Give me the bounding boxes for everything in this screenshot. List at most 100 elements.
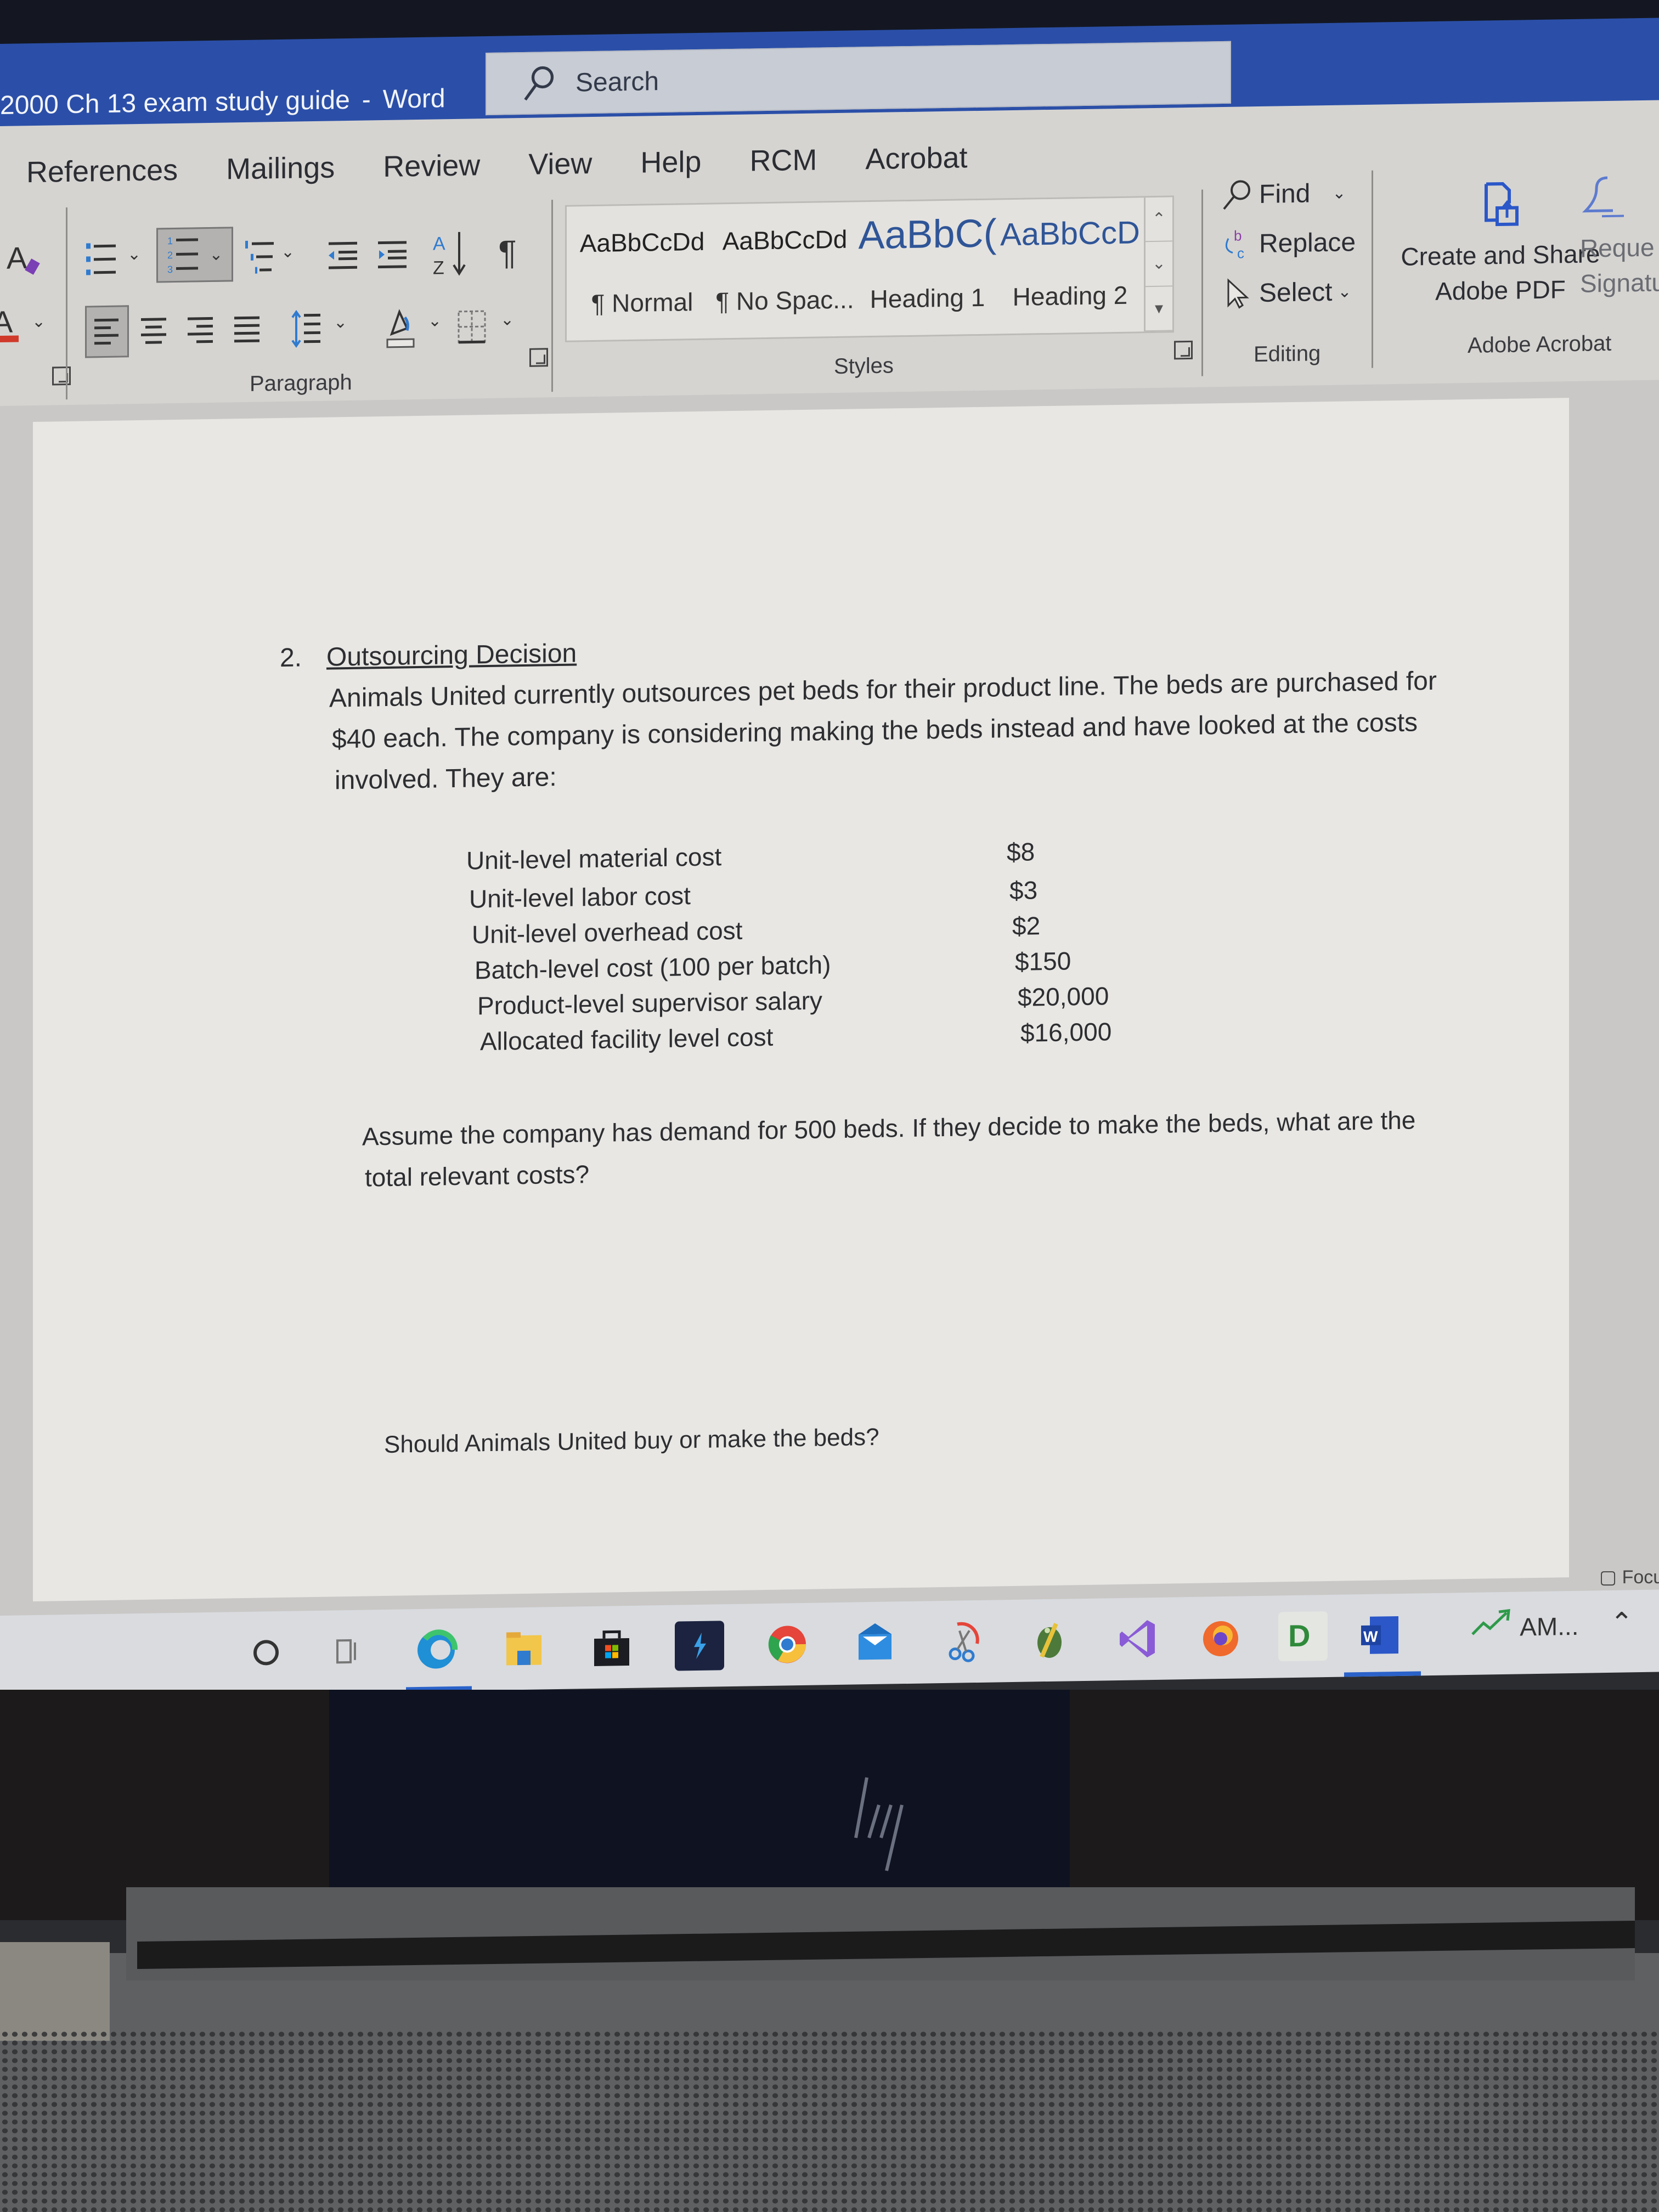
tab-view[interactable]: View: [528, 146, 592, 182]
taskbar-visual-studio[interactable]: [1114, 1614, 1163, 1664]
svg-text:A: A: [0, 304, 13, 340]
numbering-button[interactable]: 1 2 3 ⌄: [156, 227, 233, 283]
align-left-icon: [94, 318, 119, 345]
style-no-spacing[interactable]: AaBbCcDd ¶ No Spac...: [715, 213, 855, 331]
font-color-button[interactable]: A: [0, 301, 27, 346]
styles-scroll-down-icon[interactable]: ⌄: [1146, 241, 1172, 287]
increase-indent-icon: [378, 241, 407, 269]
create-share-adobe-pdf-button[interactable]: Create and Share Adobe PDF: [1391, 178, 1610, 309]
show-hidden-icons-button[interactable]: ⌃: [1610, 1606, 1633, 1639]
styles-gallery: AaBbCcDd ¶ Normal AaBbCcDd ¶ No Spac... …: [565, 195, 1174, 342]
replace-label: Replace: [1259, 227, 1356, 258]
search-icon: [524, 66, 554, 101]
styles-dialog-launcher-icon[interactable]: [1174, 340, 1193, 360]
taskbar-file-explorer[interactable]: [499, 1623, 549, 1673]
style-heading-2[interactable]: AaBbCcD Heading 2: [1000, 208, 1140, 326]
tab-rcm[interactable]: RCM: [749, 143, 817, 178]
taskbar-firefox[interactable]: [1196, 1612, 1245, 1662]
line-spacing-dropdown-icon[interactable]: ⌄: [334, 313, 347, 332]
numbering-dropdown-icon: ⌄: [209, 245, 223, 264]
borders-dropdown-icon[interactable]: ⌄: [500, 310, 514, 329]
paragraph-dialog-launcher-icon[interactable]: [529, 348, 548, 367]
taskbar-microsoft-store[interactable]: [587, 1622, 636, 1672]
tab-review[interactable]: Review: [383, 148, 480, 184]
taskbar-cortana[interactable]: [241, 1628, 291, 1678]
sort-button[interactable]: A Z: [428, 228, 472, 279]
line-spacing-icon: [291, 309, 320, 348]
font-color-dropdown-icon[interactable]: ⌄: [32, 312, 46, 331]
show-hide-button[interactable]: ¶: [491, 228, 524, 278]
shading-icon: [386, 309, 415, 348]
question-1-line-2: total relevant costs?: [365, 1160, 590, 1192]
tab-mailings[interactable]: Mailings: [226, 150, 335, 186]
bezel-reflection-left: [0, 1690, 329, 1920]
taskbar-mail[interactable]: [850, 1618, 900, 1668]
intro-line-1: Animals United currently outsources pet …: [329, 666, 1437, 713]
find-button[interactable]: Find ⌄: [1221, 176, 1346, 211]
search-box[interactable]: [486, 41, 1231, 116]
tab-help[interactable]: Help: [640, 145, 701, 180]
multilevel-dropdown-icon[interactable]: ⌄: [281, 242, 295, 262]
list-number: 2.: [280, 643, 302, 673]
taskbar-frog-app[interactable]: [1026, 1615, 1075, 1665]
taskbar-task-view[interactable]: [324, 1626, 373, 1676]
search-input[interactable]: [574, 59, 1070, 99]
text-highlight-button[interactable]: A: [5, 235, 44, 280]
decrease-indent-button[interactable]: [324, 233, 362, 278]
tab-references[interactable]: References: [26, 153, 178, 189]
select-button[interactable]: Select ⌄: [1221, 275, 1352, 310]
cost-row: Unit-level material cost $8: [466, 834, 1180, 881]
bullets-button[interactable]: [82, 237, 121, 281]
window-title: 2000 Ch 13 exam study guide - Word: [0, 83, 445, 121]
tab-acrobat[interactable]: Acrobat: [865, 140, 967, 176]
focus-mode-button[interactable]: ▢ Focu: [1599, 1566, 1659, 1588]
ribbon: References Mailings Review View Help RCM…: [0, 100, 1659, 422]
justify-button[interactable]: [228, 306, 266, 353]
taskbar-snipping-tool[interactable]: [938, 1617, 988, 1667]
styles-group-label: Styles: [834, 353, 894, 379]
style-sample: AaBbCcD: [1000, 215, 1140, 253]
task-view-icon: [336, 1639, 356, 1664]
multilevel-list-button[interactable]: [241, 234, 280, 279]
group-divider: [551, 200, 553, 392]
taskbar-quickbooks[interactable]: D: [1278, 1611, 1328, 1662]
taskbar-edge[interactable]: [411, 1625, 461, 1675]
borders-button[interactable]: [453, 302, 491, 352]
taskbar-chrome[interactable]: [763, 1620, 812, 1669]
shading-dropdown-icon[interactable]: ⌄: [428, 311, 442, 330]
style-name: ¶ No Spac...: [715, 285, 854, 316]
bullets-dropdown-icon[interactable]: ⌄: [127, 245, 141, 264]
select-label: Select: [1259, 277, 1333, 308]
taskbar-word[interactable]: W: [1355, 1610, 1404, 1660]
borders-icon: [458, 310, 486, 344]
bezel-reflection-right: [1070, 1690, 1659, 1920]
font-dialog-launcher-icon[interactable]: [52, 366, 71, 386]
style-heading-1[interactable]: AaBbC( Heading 1: [857, 211, 997, 328]
align-center-button[interactable]: [134, 307, 173, 354]
styles-more-icon[interactable]: ▾: [1146, 286, 1172, 331]
taskbar-power-automate[interactable]: [675, 1621, 724, 1671]
ribbon-tabs: References Mailings Review View Help RCM…: [0, 133, 990, 198]
replace-button[interactable]: b c Replace: [1221, 225, 1356, 261]
justify-icon: [234, 316, 259, 342]
style-name: Heading 1: [870, 283, 985, 314]
request-signatures-button[interactable]: Reque Signatu: [1580, 171, 1659, 301]
style-normal[interactable]: AaBbCcDd ¶ Normal: [572, 216, 712, 333]
styles-scroll-up-icon[interactable]: ⌃: [1146, 197, 1172, 242]
svg-text:1: 1: [167, 235, 173, 246]
svg-text:2: 2: [167, 250, 173, 261]
styles-scrollbar[interactable]: ⌃ ⌄ ▾: [1144, 197, 1172, 332]
align-left-button[interactable]: [85, 305, 129, 358]
increase-indent-button[interactable]: [373, 232, 411, 276]
line-spacing-button[interactable]: [285, 305, 329, 352]
cost-label: Unit-level labor cost: [469, 881, 691, 913]
edge-icon: [417, 1629, 458, 1669]
document-page[interactable]: 2. Outsourcing Decision Animals United c…: [33, 398, 1569, 1602]
tray-stocks-widget[interactable]: AM...: [1470, 1607, 1579, 1643]
group-divider: [1372, 170, 1373, 368]
chrome-icon: [768, 1626, 806, 1663]
align-right-button[interactable]: [181, 307, 219, 354]
shading-button[interactable]: [379, 303, 422, 353]
style-sample: AaBbCcDd: [722, 224, 848, 256]
align-center-icon: [141, 317, 166, 344]
